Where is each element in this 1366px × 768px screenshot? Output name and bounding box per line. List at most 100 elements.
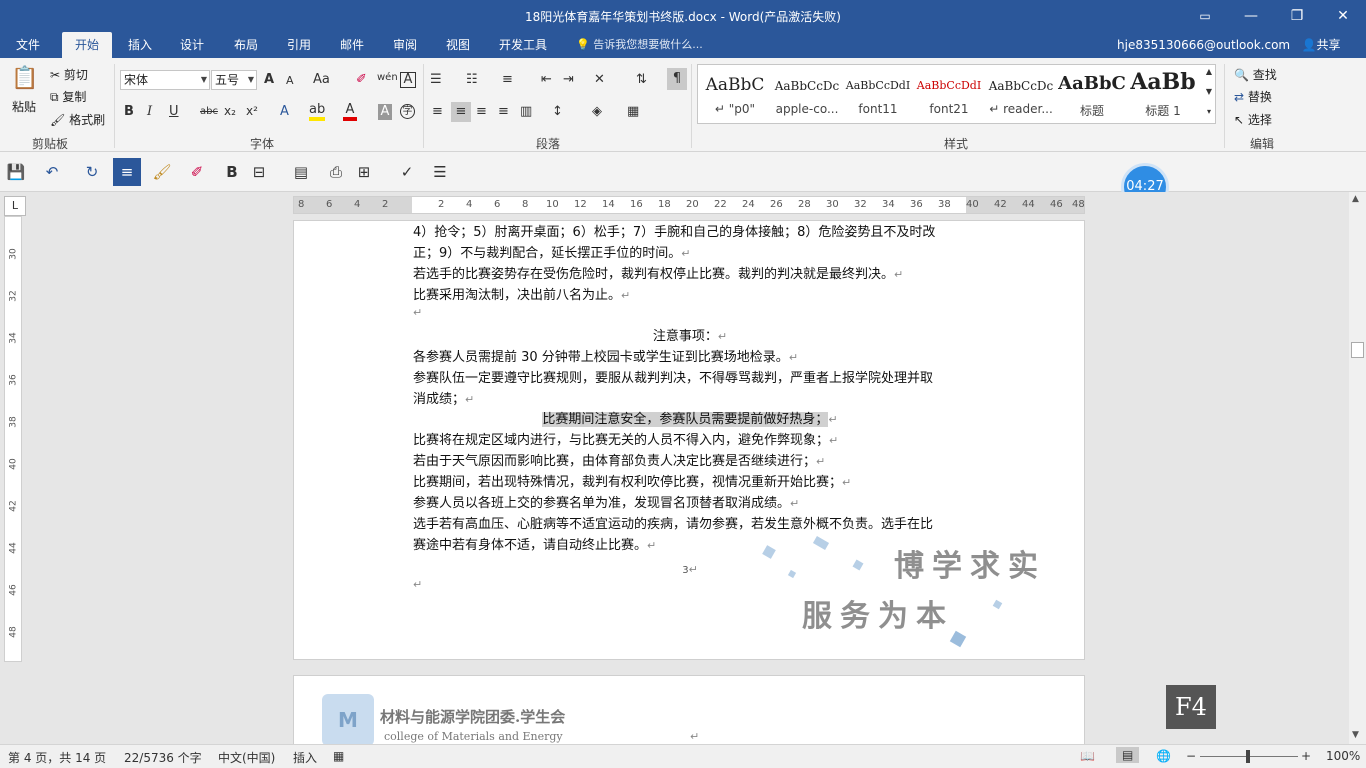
tab-mailings[interactable]: 邮件 <box>334 32 370 58</box>
tab-review[interactable]: 审阅 <box>387 32 423 58</box>
style-title[interactable]: AaBbC 标题 <box>1057 65 1127 123</box>
print-preview-icon[interactable]: ⎙ <box>324 160 348 184</box>
enclose-char-icon[interactable]: 字 <box>400 104 415 119</box>
table-icon[interactable]: ⊞ <box>352 160 376 184</box>
paste-icon[interactable]: 📋 <box>10 66 40 94</box>
shrink-font-icon[interactable]: A <box>286 74 294 87</box>
style-font21[interactable]: AaBbCcDdI font21 <box>914 65 984 123</box>
char-shading-icon[interactable]: A <box>378 104 392 120</box>
tab-developer[interactable]: 开发工具 <box>493 32 553 58</box>
scroll-thumb[interactable] <box>1351 342 1364 358</box>
font-name-combo[interactable]: 宋体 ▼ <box>120 70 210 90</box>
bullets-icon[interactable]: ☰ <box>430 72 442 87</box>
align-right-icon[interactable]: ≡ <box>476 104 487 119</box>
borders-icon[interactable]: ▦ <box>627 104 639 119</box>
show-marks-icon[interactable]: ¶ <box>667 68 687 90</box>
copy-button[interactable]: ⧉ 复制 <box>50 88 86 105</box>
scroll-down-icon[interactable]: ▼ <box>1352 730 1359 740</box>
style-font11[interactable]: AaBbCcDdI font11 <box>843 65 913 123</box>
list-icon[interactable]: ☰ <box>428 160 452 184</box>
read-mode-icon[interactable]: 📖 <box>1080 749 1095 763</box>
calendar-icon[interactable]: ▤ <box>289 160 313 184</box>
selected-text[interactable]: 比赛期间注意安全，参赛队员需要提前做好热身； <box>542 412 829 427</box>
scroll-up-icon[interactable]: ▲ <box>1352 194 1359 204</box>
brush-icon[interactable]: 🖌 <box>150 160 174 184</box>
line-spacing-icon[interactable]: ↕ <box>552 104 563 119</box>
tab-references[interactable]: 引用 <box>281 32 317 58</box>
close-button[interactable]: ✕ <box>1328 4 1358 28</box>
style-heading1[interactable]: AaBb 标题 1 <box>1128 65 1198 123</box>
justify-icon[interactable]: ≡ <box>498 104 509 119</box>
chinese-layout-icon[interactable]: ✕ <box>594 72 605 87</box>
page-break-icon[interactable]: ⊟ <box>247 160 271 184</box>
ribbon-display-icon[interactable]: ▭ <box>1190 4 1220 28</box>
phonetic-guide-icon[interactable]: wén <box>377 72 398 83</box>
style-reader[interactable]: AaBbCcDc ↵ reader... <box>986 65 1056 123</box>
vertical-scrollbar[interactable]: ▲ ▼ <box>1349 192 1366 744</box>
tab-design[interactable]: 设计 <box>174 32 210 58</box>
align-icon[interactable]: ≡ <box>113 158 141 186</box>
numbering-icon[interactable]: ☷ <box>466 72 478 87</box>
spelling-icon[interactable]: ✓ <box>395 160 419 184</box>
zoom-slider-thumb[interactable] <box>1246 750 1250 763</box>
decrease-indent-icon[interactable]: ⇤ <box>541 72 552 87</box>
bold-icon[interactable]: B <box>220 160 244 184</box>
change-case-icon[interactable]: Aa <box>313 72 330 87</box>
horizontal-ruler[interactable]: 8 6 4 2 2 4 6 8 10 12 14 16 18 20 22 24 … <box>293 196 1085 214</box>
align-left-icon[interactable]: ≡ <box>432 104 443 119</box>
shading-icon[interactable]: ◈ <box>592 104 602 119</box>
distribute-icon[interactable]: ▥ <box>520 104 532 119</box>
more-styles-icon[interactable]: ▾ <box>1202 107 1216 116</box>
share-button[interactable]: 👤共享 <box>1292 34 1350 56</box>
document-page-next[interactable]: M 材料与能源学院团委.学生会 college of Materials and… <box>293 675 1085 755</box>
page-count[interactable]: 第 4 页，共 14 页 <box>8 749 106 766</box>
chevron-up-icon[interactable]: ▲ <box>1202 67 1216 76</box>
cut-button[interactable]: ✂ 剪切 <box>50 66 88 83</box>
insert-mode[interactable]: 插入 <box>293 749 317 766</box>
format-painter-button[interactable]: 🖌 格式刷 <box>50 111 105 128</box>
maximize-button[interactable]: ❐ <box>1282 4 1312 28</box>
vertical-ruler[interactable]: 30 32 34 36 38 40 42 44 46 48 <box>4 216 22 662</box>
tell-me-box[interactable]: 💡 告诉我您想要做什么... <box>576 32 703 58</box>
style-apple[interactable]: AaBbCcDc apple-co... <box>772 65 842 123</box>
bold-icon[interactable]: B <box>124 104 134 119</box>
chevron-down-icon[interactable]: ▼ <box>1202 87 1216 96</box>
replace-button[interactable]: ⇄ 替换 <box>1234 88 1272 105</box>
multilevel-list-icon[interactable]: ≡ <box>502 72 513 87</box>
sort-icon[interactable]: ⇅ <box>636 72 647 87</box>
tab-view[interactable]: 视图 <box>440 32 476 58</box>
grow-font-icon[interactable]: A <box>264 72 274 87</box>
increase-indent-icon[interactable]: ⇥ <box>563 72 574 87</box>
style-p0[interactable]: AaBbC ↵ "p0" <box>700 65 770 123</box>
redo-icon[interactable]: ↻ <box>80 160 104 184</box>
select-button[interactable]: ↖ 选择 <box>1234 111 1272 128</box>
account-name[interactable]: hje835130666@outlook.com <box>1117 32 1290 58</box>
italic-icon[interactable]: I <box>147 104 152 119</box>
text-effects-icon[interactable]: A <box>280 104 289 119</box>
font-size-combo[interactable]: 五号 ▼ <box>211 70 257 90</box>
tab-layout[interactable]: 布局 <box>228 32 264 58</box>
document-page[interactable]: 博学求实 服务为本 4）抢令；5）肘离开桌面；6）松手；7）手腕和自己的身体接触… <box>293 220 1085 660</box>
tab-insert[interactable]: 插入 <box>122 32 158 58</box>
macro-record-icon[interactable]: ▦ <box>333 749 344 763</box>
zoom-level[interactable]: 100% <box>1326 749 1360 763</box>
language-status[interactable]: 中文(中国) <box>218 749 275 766</box>
paste-button[interactable]: 粘贴 <box>12 98 36 115</box>
find-button[interactable]: 🔍 查找 <box>1234 66 1277 83</box>
web-layout-icon[interactable]: 🌐 <box>1156 749 1171 763</box>
underline-icon[interactable]: U <box>169 104 179 119</box>
tab-file[interactable]: 文件 <box>10 32 46 58</box>
align-center-icon[interactable]: ≡ <box>451 102 471 122</box>
undo-icon[interactable]: ↶ <box>40 160 64 184</box>
clear-format-icon[interactable]: ✐ <box>356 72 367 87</box>
char-border-icon[interactable]: A <box>400 72 416 88</box>
zoom-out-icon[interactable]: − <box>1186 749 1196 763</box>
eraser-icon[interactable]: ✐ <box>185 160 209 184</box>
strikethrough-icon[interactable]: abc <box>200 106 218 117</box>
superscript-icon[interactable]: x² <box>246 104 258 118</box>
tab-home[interactable]: 开始 <box>62 32 112 58</box>
word-count[interactable]: 22/5736 个字 <box>124 749 202 766</box>
font-color-icon[interactable]: A <box>343 102 357 121</box>
highlight-icon[interactable]: ab <box>309 102 326 121</box>
print-layout-icon[interactable]: ▤ <box>1116 747 1140 763</box>
